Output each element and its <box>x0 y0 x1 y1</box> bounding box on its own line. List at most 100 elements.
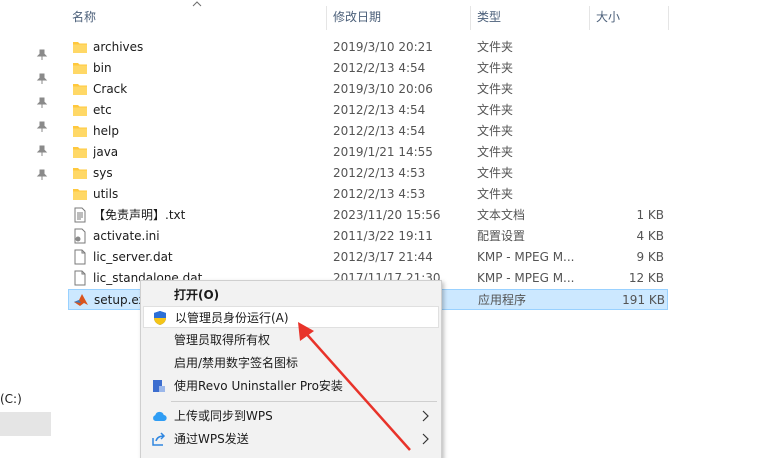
cloud-icon <box>153 411 167 422</box>
menu-item-wps-send[interactable]: 通过WPS发送 <box>143 428 439 450</box>
file-size: 191 KB <box>622 293 665 307</box>
file-type: 文件夹 <box>477 61 514 75</box>
column-divider[interactable] <box>326 6 327 30</box>
file-type: 配置设置 <box>477 229 526 243</box>
column-divider[interactable] <box>589 6 590 30</box>
pin-icon[interactable] <box>36 73 48 85</box>
column-header-size[interactable]: 大小 <box>596 6 620 28</box>
menu-item-label: 以管理员身份运行(A) <box>175 311 289 325</box>
folder-icon <box>73 63 87 74</box>
file-icon <box>74 270 86 286</box>
menu-item-label: 上传或同步到WPS <box>174 409 273 423</box>
column-header-date[interactable]: 修改日期 <box>333 6 381 28</box>
matlab-icon <box>74 294 88 306</box>
file-date: 2012/2/13 4:53 <box>333 166 426 180</box>
table-row[interactable]: sys 2012/2/13 4:53 文件夹 <box>68 163 668 184</box>
pin-icon[interactable] <box>36 169 48 181</box>
table-row[interactable]: activate.ini 2011/3/22 19:11 配置设置 4 KB <box>68 226 668 247</box>
file-date: 2019/1/21 14:55 <box>333 145 433 159</box>
file-name: help <box>93 124 119 138</box>
table-row[interactable]: lic_server.dat 2012/3/17 21:44 KMP - MPEG … <box>68 247 668 268</box>
navigation-pane: (C:) <box>0 0 52 458</box>
file-size: 1 KB <box>636 208 664 222</box>
file-name: bin <box>93 61 112 75</box>
file-name: Crack <box>93 82 128 96</box>
table-row[interactable]: 【免责声明】.txt 2023/11/20 15:56 文本文档 1 KB <box>68 205 668 226</box>
menu-item-label: 打开(O) <box>174 288 220 302</box>
menu-item-run-as-admin[interactable]: 以管理员身份运行(A) <box>143 306 439 328</box>
pin-icon[interactable] <box>36 97 48 109</box>
table-row[interactable]: etc 2012/2/13 4:54 文件夹 <box>68 100 668 121</box>
file-name: activate.ini <box>93 229 160 243</box>
file-date: 2019/3/10 20:06 <box>333 82 433 96</box>
file-type: KMP - MPEG M... <box>477 271 575 285</box>
column-divider[interactable] <box>668 6 669 30</box>
folder-icon <box>73 42 87 53</box>
drive-c-label[interactable]: (C:) <box>0 392 22 406</box>
file-date: 2012/2/13 4:54 <box>333 103 426 117</box>
table-row[interactable]: help 2012/2/13 4:54 文件夹 <box>68 121 668 142</box>
file-name: utils <box>93 187 119 201</box>
folder-icon <box>73 189 87 200</box>
file-name: etc <box>93 103 112 117</box>
file-type: 文件夹 <box>477 103 514 117</box>
revo-uninstaller-icon <box>153 380 165 392</box>
file-size: 4 KB <box>636 229 664 243</box>
file-date: 2011/3/22 19:11 <box>333 229 433 243</box>
menu-item-label: 启用/禁用数字签名图标 <box>174 356 299 370</box>
file-type: 文件夹 <box>477 82 514 96</box>
table-row[interactable]: utils 2012/2/13 4:53 文件夹 <box>68 184 668 205</box>
menu-separator <box>171 401 437 402</box>
file-date: 2019/3/10 20:21 <box>333 40 433 54</box>
pin-icon[interactable] <box>36 145 48 157</box>
menu-item-label: 管理员取得所有权 <box>174 333 271 347</box>
file-date: 2012/2/13 4:54 <box>333 124 426 138</box>
file-name: archives <box>93 40 144 54</box>
column-header-type[interactable]: 类型 <box>477 6 501 28</box>
file-date: 2012/3/17 21:44 <box>333 250 433 264</box>
column-header-name[interactable]: 名称 <box>72 6 96 28</box>
file-date: 2012/2/13 4:54 <box>333 61 426 75</box>
folder-icon <box>73 147 87 158</box>
file-name: 【免责声明】.txt <box>93 208 186 222</box>
file-type: 文件夹 <box>477 187 514 201</box>
menu-item-toggle-signature[interactable]: 启用/禁用数字签名图标 <box>143 352 439 374</box>
folder-icon <box>73 168 87 179</box>
share-icon <box>152 432 166 446</box>
table-row[interactable]: bin 2012/2/13 4:54 文件夹 <box>68 58 668 79</box>
file-name: lic_server.dat <box>93 250 173 264</box>
table-row[interactable]: archives 2019/3/10 20:21 文件夹 <box>68 37 668 58</box>
pin-icon[interactable] <box>36 49 48 61</box>
file-size: 9 KB <box>636 250 664 264</box>
file-type: KMP - MPEG M... <box>477 250 575 264</box>
column-divider[interactable] <box>470 6 471 30</box>
file-type: 文件夹 <box>477 145 514 159</box>
sort-ascending-icon <box>192 1 202 7</box>
menu-item-take-ownership[interactable]: 管理员取得所有权 <box>143 329 439 351</box>
menu-item-label: 通过WPS发送 <box>174 432 249 446</box>
file-type: 文件夹 <box>477 124 514 138</box>
pin-icon[interactable] <box>36 121 48 133</box>
menu-item-label: 使用Revo Uninstaller Pro安装 <box>174 379 343 393</box>
folder-icon <box>73 84 87 95</box>
folder-icon <box>73 126 87 137</box>
table-row[interactable]: java 2019/1/21 14:55 文件夹 <box>68 142 668 163</box>
file-type: 文件夹 <box>477 40 514 54</box>
file-type: 应用程序 <box>478 293 527 307</box>
folder-icon <box>73 105 87 116</box>
text-file-icon <box>74 207 86 223</box>
file-type: 文本文档 <box>477 208 526 222</box>
file-name: java <box>93 145 119 159</box>
file-name: sys <box>93 166 113 180</box>
file-date: 2023/11/20 15:56 <box>333 208 441 222</box>
table-row[interactable]: Crack 2019/3/10 20:06 文件夹 <box>68 79 668 100</box>
nav-selected-item[interactable] <box>0 412 51 436</box>
chevron-right-icon <box>422 433 429 445</box>
ini-file-icon <box>74 228 86 244</box>
file-date: 2012/2/13 4:53 <box>333 187 426 201</box>
file-size: 12 KB <box>628 271 664 285</box>
context-menu: 打开(O) 以管理员身份运行(A) 管理员取得所有权 启用/禁用数字签名图标 使… <box>140 280 442 458</box>
menu-item-wps-sync[interactable]: 上传或同步到WPS <box>143 405 439 427</box>
menu-item-revo-uninstaller[interactable]: 使用Revo Uninstaller Pro安装 <box>143 375 439 397</box>
menu-item-open[interactable]: 打开(O) <box>143 284 439 306</box>
